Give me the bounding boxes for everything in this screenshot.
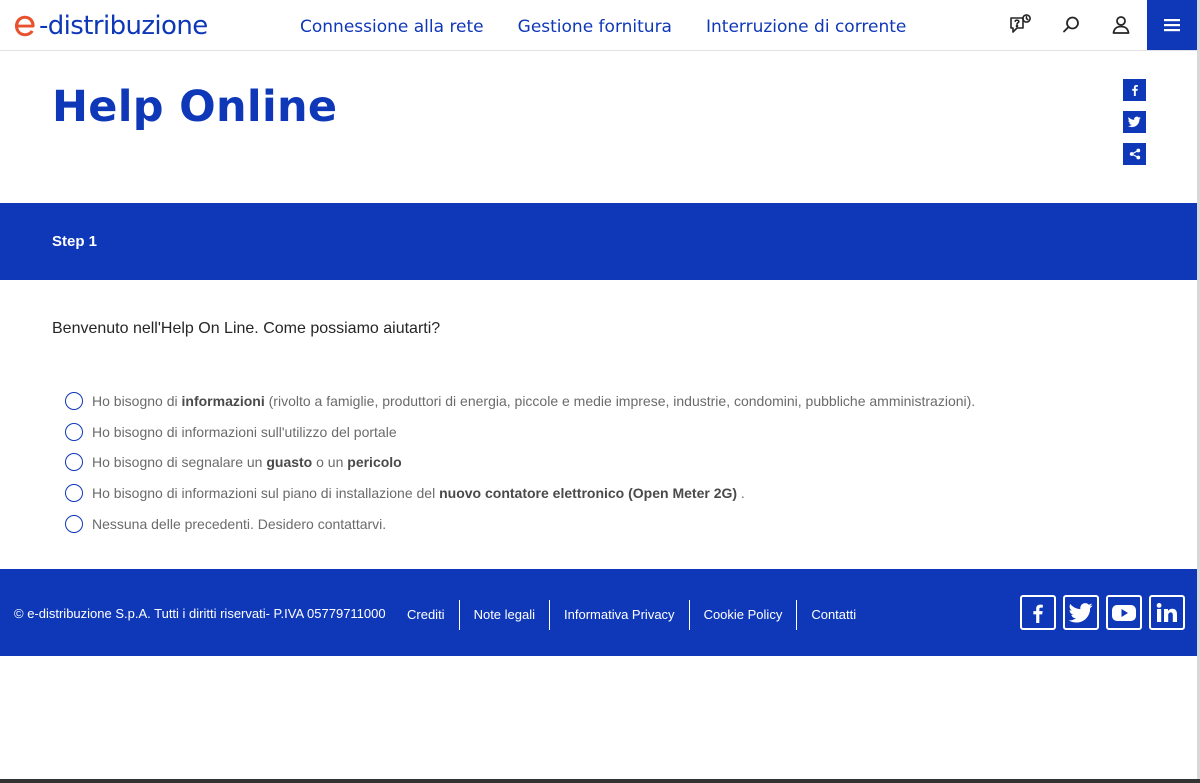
nav-interruzione-di-corrente[interactable]: Interruzione di corrente bbox=[706, 16, 906, 38]
logo[interactable]: -distribuzione bbox=[13, 10, 208, 42]
option-label: Ho bisogno di informazioni (rivolto a fa… bbox=[92, 393, 976, 410]
radio-button[interactable] bbox=[65, 453, 83, 472]
twitter-icon bbox=[1128, 116, 1141, 128]
footer-link-crediti[interactable]: Crediti bbox=[393, 600, 459, 630]
logo-text: -distribuzione bbox=[39, 11, 208, 41]
share-generic-button[interactable] bbox=[1123, 143, 1146, 165]
radio-button[interactable] bbox=[65, 422, 83, 441]
site-header: -distribuzione Connessione alla rete Ges… bbox=[0, 0, 1200, 51]
youtube-icon bbox=[1112, 604, 1136, 621]
help-chat-icon[interactable] bbox=[1008, 13, 1032, 37]
window-bottom-edge bbox=[0, 779, 1200, 783]
facebook-icon bbox=[1033, 604, 1043, 623]
option-label: Nessuna delle precedenti. Desidero conta… bbox=[92, 515, 387, 532]
copyright-text: © e-distribuzione S.p.A. Tutti i diritti… bbox=[14, 606, 386, 621]
twitter-icon bbox=[1069, 602, 1093, 622]
footer-facebook-button[interactable] bbox=[1020, 595, 1056, 630]
share-twitter-button[interactable] bbox=[1123, 111, 1146, 133]
option-nuovo-contatore[interactable]: Ho bisogno di informazioni sul piano di … bbox=[65, 478, 975, 509]
option-utilizzo-portale[interactable]: Ho bisogno di informazioni sull'utilizzo… bbox=[65, 417, 975, 448]
main-nav: Connessione alla rete Gestione fornitura… bbox=[300, 16, 940, 38]
option-nessuna[interactable]: Nessuna delle precedenti. Desidero conta… bbox=[65, 508, 975, 539]
option-informazioni[interactable]: Ho bisogno di informazioni (rivolto a fa… bbox=[65, 386, 975, 417]
option-label: Ho bisogno di informazioni sull'utilizzo… bbox=[92, 423, 397, 440]
hamburger-menu-icon bbox=[1164, 19, 1180, 32]
share-facebook-button[interactable] bbox=[1123, 79, 1146, 101]
linkedin-icon bbox=[1156, 602, 1177, 622]
user-icon[interactable] bbox=[1109, 13, 1133, 37]
facebook-icon bbox=[1131, 85, 1138, 96]
radio-button[interactable] bbox=[65, 392, 83, 411]
option-label: Ho bisogno di segnalare un guasto o un p… bbox=[92, 454, 402, 471]
options-radio-group: Ho bisogno di informazioni (rivolto a fa… bbox=[65, 386, 975, 539]
footer-link-note-legali[interactable]: Note legali bbox=[458, 600, 549, 630]
logo-e-icon bbox=[15, 15, 35, 37]
footer-links: Crediti Note legali Informativa Privacy … bbox=[393, 600, 870, 630]
footer-linkedin-button[interactable] bbox=[1149, 595, 1185, 630]
form-question: Benvenuto nell'Help On Line. Come possia… bbox=[52, 320, 441, 337]
menu-button[interactable] bbox=[1147, 0, 1197, 50]
radio-button[interactable] bbox=[65, 514, 83, 533]
option-guasto-pericolo[interactable]: Ho bisogno di segnalare un guasto o un p… bbox=[65, 447, 975, 478]
footer-link-contatti[interactable]: Contatti bbox=[796, 600, 870, 630]
footer-link-cookie-policy[interactable]: Cookie Policy bbox=[688, 600, 797, 630]
share-icon bbox=[1129, 148, 1140, 160]
step-banner: Step 1 bbox=[0, 203, 1197, 280]
nav-connessione-alla-rete[interactable]: Connessione alla rete bbox=[300, 16, 484, 38]
footer-link-informativa-privacy[interactable]: Informativa Privacy bbox=[549, 600, 689, 630]
footer-twitter-button[interactable] bbox=[1063, 595, 1099, 630]
nav-gestione-fornitura[interactable]: Gestione fornitura bbox=[518, 16, 672, 38]
radio-button[interactable] bbox=[65, 484, 83, 503]
footer-youtube-button[interactable] bbox=[1106, 595, 1142, 630]
site-footer: © e-distribuzione S.p.A. Tutti i diritti… bbox=[0, 569, 1197, 656]
search-icon[interactable] bbox=[1059, 13, 1083, 37]
page-title: Help Online bbox=[52, 82, 338, 132]
option-label: Ho bisogno di informazioni sul piano di … bbox=[92, 485, 745, 502]
step-label: Step 1 bbox=[52, 233, 98, 250]
